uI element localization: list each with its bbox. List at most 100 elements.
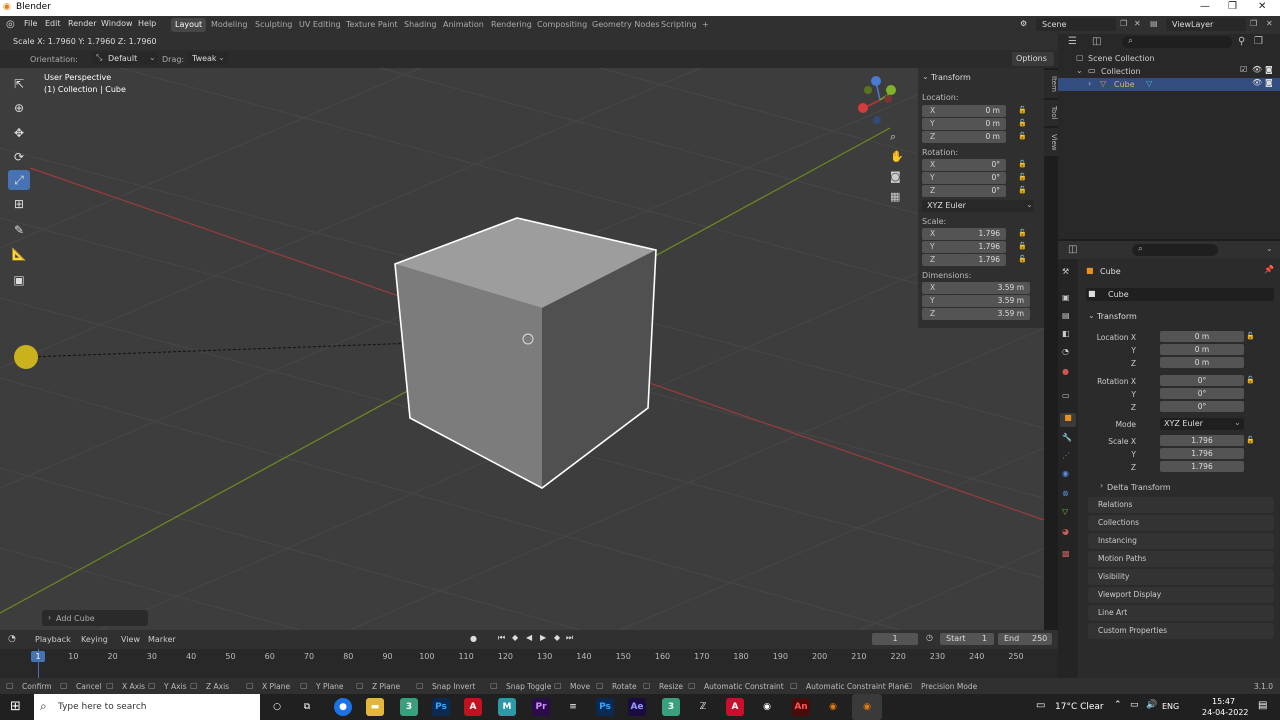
autocad-icon[interactable]: A [726, 698, 744, 716]
tab-shading[interactable]: Shading [400, 18, 441, 32]
prop-rotation-z[interactable]: 0° [1160, 401, 1244, 412]
menu-window[interactable]: Window [101, 19, 133, 28]
options-dropdown[interactable]: Options [1012, 52, 1054, 66]
rotation-x-field[interactable]: X 0° [922, 159, 1006, 171]
object-tab-icon[interactable]: ■ [1060, 413, 1076, 427]
lock-icon[interactable]: 🔓 [1246, 376, 1255, 384]
output-tab-icon[interactable]: ▤ [1062, 311, 1070, 320]
new-view-layer-icon[interactable]: ❐ [1250, 19, 1257, 28]
prop-scale-x[interactable]: 1.796 [1160, 435, 1244, 446]
properties-search-input[interactable]: ⌕ [1132, 244, 1218, 256]
scene-tab-icon[interactable]: ◔ [1062, 347, 1069, 356]
transform-section-title[interactable]: Transform [1097, 312, 1137, 321]
menu-marker[interactable]: Marker [148, 635, 176, 644]
outliner-editor-icon[interactable]: ☰ [1068, 36, 1077, 47]
tab-scripting[interactable]: Scripting [657, 18, 701, 32]
acrobat-icon[interactable]: A [464, 698, 482, 716]
lock-icon[interactable]: 🔓 [1246, 436, 1255, 444]
annotate-tool-icon[interactable]: ✎ [8, 220, 30, 240]
menu-file[interactable]: File [24, 19, 37, 28]
volume-icon[interactable]: 🔊 [1146, 700, 1157, 710]
cortana-icon[interactable]: ○ [268, 698, 286, 716]
delta-transform-section[interactable]: Delta Transform [1107, 483, 1171, 492]
weather-text[interactable]: 17°C Clear [1055, 702, 1104, 712]
clock-date[interactable]: 24-04-2022 [1202, 708, 1249, 717]
lock-icon[interactable]: 🔓 [1018, 160, 1027, 168]
add-workspace-button[interactable]: + [698, 18, 713, 32]
prop-location-y[interactable]: 0 m [1160, 344, 1244, 355]
current-frame-field[interactable]: 1 [872, 633, 918, 645]
tab-texture-paint[interactable]: Texture Paint [342, 18, 402, 32]
lock-icon[interactable]: 🔓 [1018, 173, 1027, 181]
outliner-row-cube[interactable]: › ▽ Cube ▽ 👁 ◙ [1058, 78, 1280, 91]
tab-geometry-nodes[interactable]: Geometry Nodes [588, 18, 663, 32]
location-x-field[interactable]: X 0 m [922, 105, 1006, 117]
camera-icon[interactable]: ◙ [890, 170, 901, 183]
menu-render[interactable]: Render [68, 19, 96, 28]
rotation-mode-dropdown[interactable]: XYZ Euler ⌄ [1160, 418, 1244, 430]
measure-tool-icon[interactable]: 📐 [8, 244, 30, 264]
taskbar-search-input[interactable]: ⌕ Type here to search [34, 694, 260, 720]
texture-tab-icon[interactable]: ▩ [1062, 549, 1070, 558]
lock-icon[interactable]: 🔓 [1018, 132, 1027, 140]
menu-playback[interactable]: Playback [35, 635, 71, 644]
close-button[interactable]: ✕ [1258, 1, 1266, 12]
chrome-icon[interactable]: ● [334, 698, 352, 716]
location-z-field[interactable]: Z 0 m [922, 131, 1006, 143]
notification-icon[interactable]: ▤ [1258, 700, 1267, 711]
filter-icon[interactable]: ⚲ [1238, 36, 1245, 47]
blender-menu-icon[interactable]: ◎ [6, 19, 15, 30]
prop-rotation-x[interactable]: 0° [1160, 375, 1244, 386]
outliner-search-input[interactable]: ⌕ [1122, 36, 1232, 48]
object-name-field[interactable]: ■ Cube [1086, 288, 1274, 301]
cursor-tool-icon[interactable]: ⊕ [8, 98, 30, 118]
menu-view[interactable]: View [121, 635, 140, 644]
section-collections[interactable]: Collections [1088, 515, 1274, 531]
tab-item[interactable]: Item [1044, 70, 1058, 98]
app-lines-icon[interactable]: ≡ [564, 698, 582, 716]
camera-icon[interactable]: ◙ [1265, 78, 1273, 87]
lock-icon[interactable]: 🔓 [1018, 119, 1027, 127]
drag-dropdown[interactable]: Tweak ⌄ [188, 52, 228, 65]
blender-taskbar-icon[interactable]: ◉ [824, 698, 842, 716]
menu-edit[interactable]: Edit [45, 19, 61, 28]
jump-end-icon[interactable]: ⏭ [566, 633, 573, 643]
section-line-art[interactable]: Line Art [1088, 605, 1274, 621]
pan-hand-icon[interactable]: ✋ [890, 150, 904, 163]
move-tool-icon[interactable]: ✥ [8, 123, 30, 143]
tab-sculpting[interactable]: Sculpting [251, 18, 296, 32]
prop-rotation-y[interactable]: 0° [1160, 388, 1244, 399]
lock-icon[interactable]: 🔓 [1246, 332, 1255, 340]
file-explorer-icon[interactable]: ▬ [366, 698, 384, 716]
timeline-editor-icon[interactable]: ◔ [8, 634, 16, 644]
rotation-y-field[interactable]: Y 0° [922, 172, 1006, 184]
eye-icon[interactable]: 👁 [1252, 65, 1262, 74]
section-instancing[interactable]: Instancing [1088, 533, 1274, 549]
menu-help[interactable]: Help [138, 19, 156, 28]
blender-active-icon[interactable]: ◉ [852, 694, 882, 720]
eye-icon[interactable]: 👁 [1252, 78, 1262, 87]
transform-tool-icon[interactable]: ⊞ [8, 194, 30, 214]
checkbox-icon[interactable]: ☑ [1240, 65, 1247, 74]
navigation-gizmo[interactable] [858, 76, 896, 124]
prop-scale-y[interactable]: 1.796 [1160, 448, 1244, 459]
constraints-tab-icon[interactable]: ⊗ [1062, 489, 1069, 498]
app-m-icon[interactable]: M [498, 698, 516, 716]
after-effects-icon[interactable]: Ae [628, 698, 646, 716]
data-tab-icon[interactable]: ▽ [1062, 507, 1068, 516]
material-tab-icon[interactable]: ◕ [1062, 527, 1069, 536]
dimensions-x-field[interactable]: X 3.59 m [922, 282, 1030, 294]
app-3b-icon[interactable]: 3 [662, 698, 680, 716]
lock-icon[interactable]: 🔓 [1018, 255, 1027, 263]
tab-rendering[interactable]: Rendering [487, 18, 536, 32]
scale-z-field[interactable]: Z 1.796 [922, 254, 1006, 266]
chevron-down-icon[interactable]: ⌄ [1266, 244, 1273, 253]
physics-tab-icon[interactable]: ◉ [1062, 469, 1069, 478]
scale-y-field[interactable]: Y 1.796 [922, 241, 1006, 253]
tab-uv-editing[interactable]: UV Editing [295, 18, 345, 32]
grid-view-icon[interactable]: ▦ [890, 190, 900, 203]
tab-modeling[interactable]: Modeling [207, 18, 251, 32]
clock-icon[interactable]: ◷ [926, 633, 933, 642]
windows-start-icon[interactable]: ⊞ [10, 699, 21, 714]
particles-tab-icon[interactable]: ⋰ [1062, 451, 1070, 460]
